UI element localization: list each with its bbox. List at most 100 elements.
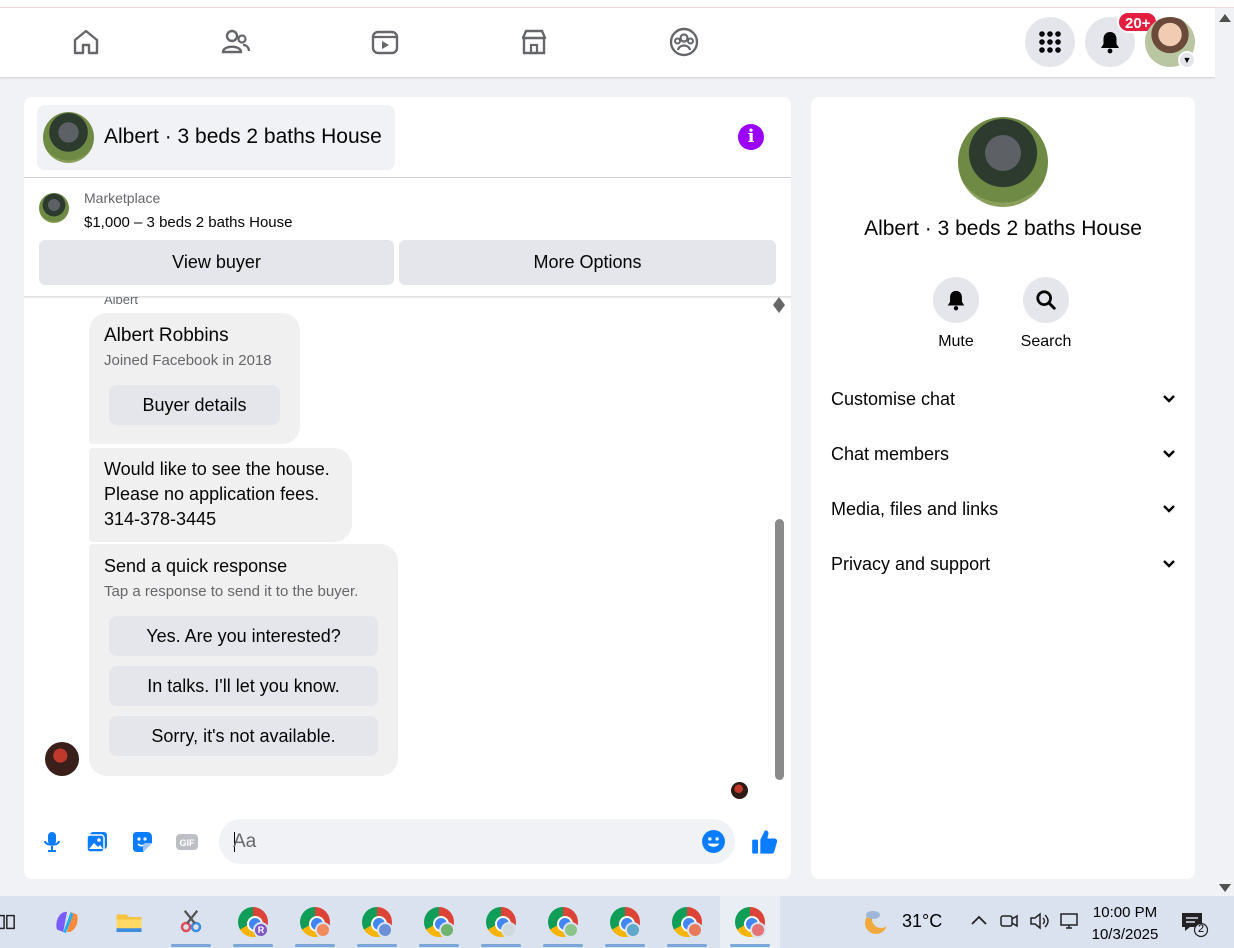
quick-response-yes-button[interactable]: Yes. Are you interested? xyxy=(109,616,378,656)
buyer-details-button[interactable]: Buyer details xyxy=(109,385,280,425)
thumbs-up-icon[interactable] xyxy=(750,827,780,857)
emoji-icon[interactable] xyxy=(701,829,726,854)
copilot-icon[interactable] xyxy=(37,896,97,948)
section-label: Chat members xyxy=(831,443,950,464)
taskbar-indicator xyxy=(605,944,645,947)
gif-icon[interactable]: GIF xyxy=(174,829,200,855)
weather-icon[interactable] xyxy=(862,908,890,936)
chrome-window-4[interactable] xyxy=(409,896,469,948)
clock-date: 10/3/2025 xyxy=(1091,926,1159,943)
section-media-files-links[interactable]: Media, files and links xyxy=(831,491,1176,527)
groups-icon[interactable] xyxy=(664,22,704,62)
section-customise-chat[interactable]: Customise chat xyxy=(831,381,1176,417)
chevron-down-icon xyxy=(1163,560,1175,568)
scroll-up-icon[interactable] xyxy=(773,297,785,305)
camera-icon[interactable] xyxy=(998,910,1020,932)
thread-scrollbar[interactable] xyxy=(773,297,787,802)
friends-icon[interactable] xyxy=(215,22,255,62)
gif-label: GIF xyxy=(180,838,196,848)
listing-thumbnail[interactable] xyxy=(39,193,69,223)
sticker-icon[interactable] xyxy=(129,829,155,855)
view-buyer-button[interactable]: View buyer xyxy=(39,240,394,285)
chrome-window-active[interactable] xyxy=(720,896,780,948)
chevron-down-icon xyxy=(1163,450,1175,458)
info-icon[interactable]: i xyxy=(738,124,764,150)
message-line: 314-378-3445 xyxy=(104,509,217,529)
message-input-field[interactable] xyxy=(219,819,735,864)
chat-info-panel: Albert · 3 beds 2 baths House Mute Searc… xyxy=(811,97,1195,879)
system-clock[interactable]: 10:00 PM 10/3/2025 xyxy=(1085,902,1165,946)
marketplace-label: Marketplace xyxy=(84,190,161,206)
message-bubble: Would like to see the house. Please no a… xyxy=(89,448,352,542)
network-icon[interactable] xyxy=(1058,910,1080,932)
photo-icon[interactable] xyxy=(84,829,110,855)
chevron-down-icon xyxy=(1163,505,1175,513)
search-button[interactable]: Search xyxy=(1006,277,1086,351)
marketplace-icon[interactable] xyxy=(514,22,554,62)
page-scrollbar[interactable] xyxy=(1215,8,1234,896)
listing-title[interactable]: $1,000 – 3 beds 2 baths House xyxy=(84,214,293,231)
divider xyxy=(24,177,791,178)
taskbar-indicator xyxy=(419,944,459,947)
buyer-name: Albert Robbins xyxy=(104,325,229,346)
search-label: Search xyxy=(1020,333,1072,350)
sender-label: Albert xyxy=(104,297,138,307)
chrome-window-5[interactable] xyxy=(471,896,531,948)
microphone-icon[interactable] xyxy=(39,829,65,855)
task-view-icon[interactable] xyxy=(0,896,35,948)
scroll-down-icon[interactable] xyxy=(773,305,785,313)
chevron-down-icon[interactable]: ▼ xyxy=(1178,51,1196,69)
bell-icon xyxy=(1101,32,1119,54)
notification-count: 2 xyxy=(1197,923,1205,935)
quick-response-talks-button[interactable]: In talks. I'll let you know. xyxy=(109,666,378,706)
sender-avatar[interactable] xyxy=(45,742,79,776)
weather-temperature[interactable]: 31°C xyxy=(902,911,942,932)
seen-receipt-avatar xyxy=(731,782,748,799)
chat-avatar xyxy=(43,112,94,163)
message-thread: Albert Albert Robbins Joined Facebook in… xyxy=(24,297,791,807)
taskbar-indicator xyxy=(357,944,397,947)
scrollbar-thumb[interactable] xyxy=(775,519,784,780)
quick-response-sorry-button[interactable]: Sorry, it's not available. xyxy=(109,716,378,756)
browser-top-strip xyxy=(0,0,1234,8)
more-options-button[interactable]: More Options xyxy=(399,240,776,285)
chevron-up-icon[interactable] xyxy=(968,910,990,932)
chat-header[interactable]: Albert · 3 beds 2 baths House xyxy=(37,105,395,170)
profile-avatar-icon xyxy=(563,922,579,938)
message-line: Would like to see the house. xyxy=(104,459,330,479)
chrome-window-7[interactable] xyxy=(595,896,655,948)
clock-time: 10:00 PM xyxy=(1092,904,1158,921)
home-icon[interactable] xyxy=(66,22,106,62)
profile-avatar-icon xyxy=(687,922,703,938)
mute-label: Mute xyxy=(938,333,974,350)
chevron-down-icon xyxy=(1163,395,1175,403)
chat-info-title: Albert · 3 beds 2 baths House xyxy=(864,217,1142,240)
taskbar-indicator xyxy=(233,944,273,947)
notification-center-icon[interactable]: 2 xyxy=(1180,910,1210,938)
taskbar-indicator xyxy=(481,944,521,947)
mute-button[interactable]: Mute xyxy=(916,277,996,351)
taskbar-indicator xyxy=(171,944,211,947)
video-icon[interactable] xyxy=(365,22,405,62)
volume-icon[interactable] xyxy=(1028,910,1050,932)
chrome-window-8[interactable] xyxy=(657,896,717,948)
chrome-window-3[interactable] xyxy=(347,896,407,948)
message-input[interactable] xyxy=(233,819,673,864)
taskbar-indicator xyxy=(543,944,583,947)
file-explorer-icon[interactable] xyxy=(99,896,159,948)
chrome-window-1[interactable]: R xyxy=(223,896,283,948)
chrome-window-6[interactable] xyxy=(533,896,593,948)
profile-avatar-icon xyxy=(750,922,766,938)
buyer-profile-card: Albert Robbins Joined Facebook in 2018 B… xyxy=(89,313,300,444)
section-chat-members[interactable]: Chat members xyxy=(831,436,1176,472)
taskbar-indicator xyxy=(730,944,770,947)
chat-window: Albert · 3 beds 2 baths House i Marketpl… xyxy=(24,97,791,879)
scroll-up-icon[interactable] xyxy=(1219,14,1231,22)
menu-grid-button[interactable] xyxy=(1025,17,1075,67)
scroll-down-icon[interactable] xyxy=(1219,884,1231,892)
taskbar-indicator xyxy=(295,944,335,947)
profile-avatar-icon xyxy=(439,922,455,938)
snipping-tool-icon[interactable] xyxy=(161,896,221,948)
section-privacy-support[interactable]: Privacy and support xyxy=(831,546,1176,582)
chrome-window-2[interactable] xyxy=(285,896,345,948)
